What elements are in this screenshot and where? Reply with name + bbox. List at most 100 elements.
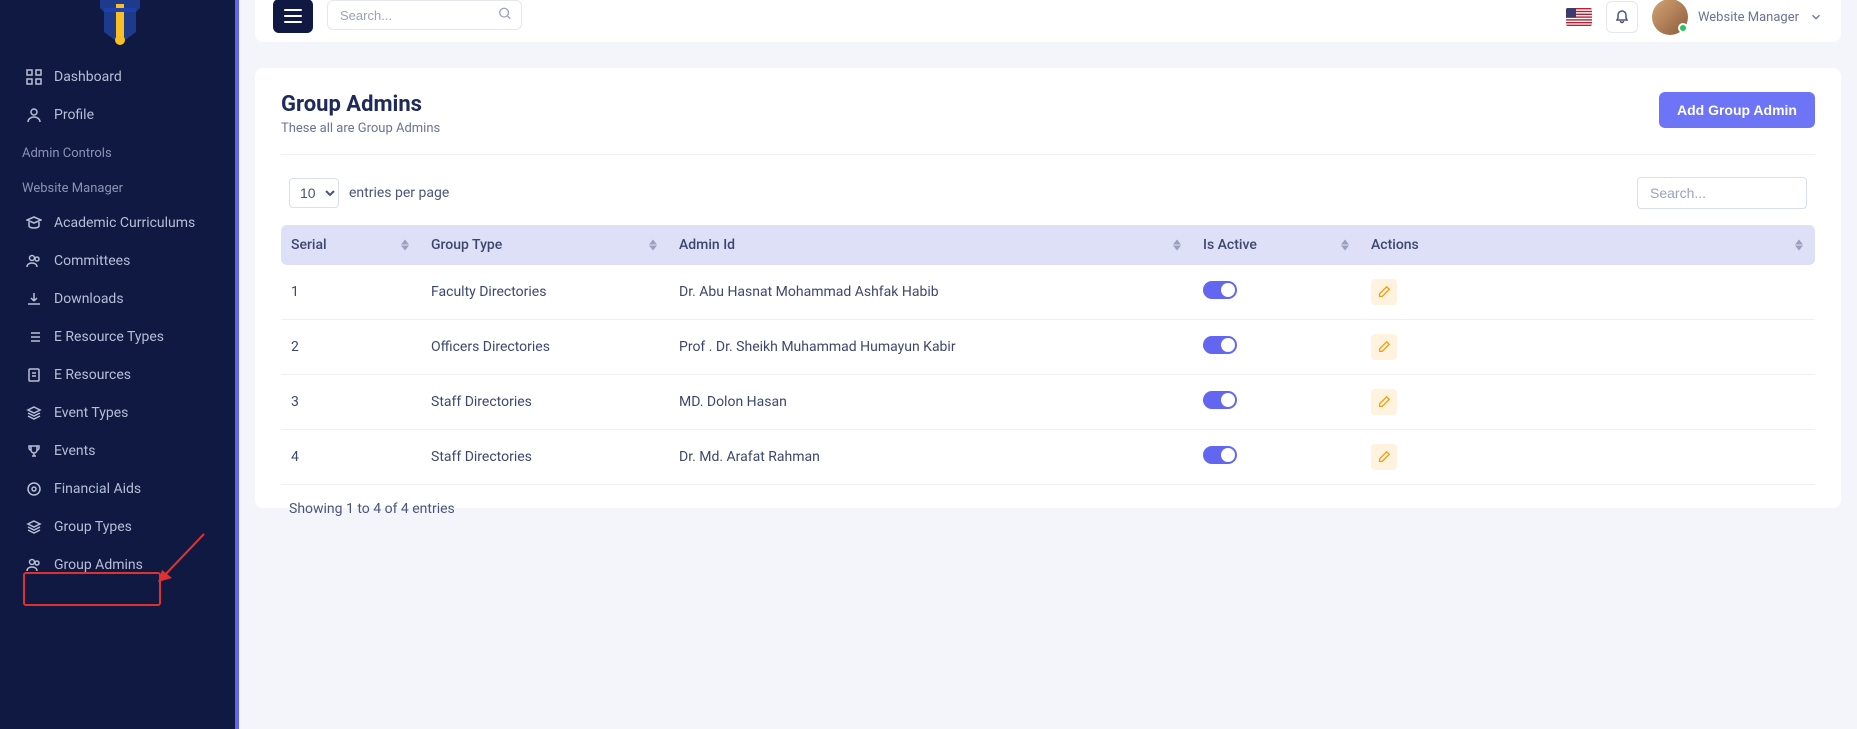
is-active-toggle[interactable] — [1203, 446, 1237, 464]
edit-button[interactable] — [1371, 444, 1397, 470]
search-icon — [498, 6, 512, 25]
sidebar-item-label: E Resource Types — [54, 329, 164, 345]
sidebar-item-group-admins[interactable]: Group Admins — [0, 546, 239, 584]
chevron-down-icon — [1809, 10, 1823, 24]
sidebar: Dashboard Profile Admin Controls Website… — [0, 0, 239, 729]
topbar: Website Manager — [255, 0, 1841, 42]
entries-label: entries per page — [349, 185, 449, 201]
sort-icon — [1173, 240, 1181, 251]
entries-per-page-select[interactable]: 10 — [289, 178, 339, 208]
add-group-admin-button[interactable]: Add Group Admin — [1659, 92, 1815, 128]
table-row: 4Staff DirectoriesDr. Md. Arafat Rahman — [281, 430, 1815, 485]
page-title: Group Admins — [281, 92, 440, 117]
edit-icon — [1377, 395, 1391, 409]
sort-icon — [401, 240, 409, 251]
is-active-toggle[interactable] — [1203, 281, 1237, 299]
target-icon — [26, 481, 42, 497]
column-header-admin-id[interactable]: Admin Id — [669, 225, 1193, 265]
sidebar-item-label: Academic Curriculums — [54, 215, 195, 231]
grid-icon — [26, 69, 42, 85]
sort-icon — [1795, 240, 1803, 251]
page-subtitle: These all are Group Admins — [281, 121, 440, 136]
cell-group-type: Officers Directories — [421, 320, 669, 375]
sidebar-item-label: E Resources — [54, 367, 131, 383]
sidebar-item-label: Dashboard — [54, 69, 122, 85]
stack-icon — [26, 519, 42, 535]
edit-icon — [1377, 450, 1391, 464]
table-row: 1Faculty DirectoriesDr. Abu Hasnat Moham… — [281, 265, 1815, 320]
sidebar-item-label: Group Admins — [54, 557, 143, 573]
edit-icon — [1377, 340, 1391, 354]
column-header-actions[interactable]: Actions — [1361, 225, 1815, 265]
cell-group-type: Staff Directories — [421, 375, 669, 430]
column-header-is-active[interactable]: Is Active — [1193, 225, 1361, 265]
is-active-toggle[interactable] — [1203, 336, 1237, 354]
cell-serial: 2 — [281, 320, 421, 375]
list-icon — [26, 329, 42, 345]
cell-admin-id: Prof . Dr. Sheikh Muhammad Humayun Kabir — [669, 320, 1193, 375]
trophy-icon — [26, 443, 42, 459]
avatar — [1652, 0, 1688, 35]
sidebar-item-label: Profile — [54, 107, 94, 123]
hamburger-button[interactable] — [273, 0, 313, 33]
sidebar-item-e-resources[interactable]: E Resources — [0, 356, 239, 394]
sidebar-item-event-types[interactable]: Event Types — [0, 394, 239, 432]
stack-icon — [26, 405, 42, 421]
sidebar-item-events[interactable]: Events — [0, 432, 239, 470]
user-icon — [26, 107, 42, 123]
content-card: Group Admins These all are Group Admins … — [255, 68, 1841, 508]
sidebar-section-admin: Admin Controls — [0, 134, 239, 169]
edit-button[interactable] — [1371, 389, 1397, 415]
cell-admin-id: Dr. Abu Hasnat Mohammad Ashfak Habib — [669, 265, 1193, 320]
sidebar-item-profile[interactable]: Profile — [0, 96, 239, 134]
user-role: Website Manager — [1698, 10, 1799, 25]
sort-icon — [649, 240, 657, 251]
sidebar-item-group-types[interactable]: Group Types — [0, 508, 239, 546]
sort-icon — [1341, 240, 1349, 251]
table-controls: 10 entries per page — [281, 155, 1815, 225]
cap-icon — [26, 215, 42, 231]
sidebar-item-downloads[interactable]: Downloads — [0, 280, 239, 318]
language-flag[interactable] — [1566, 8, 1592, 26]
sidebar-item-committees[interactable]: Committees — [0, 242, 239, 280]
search-wrap — [327, 0, 522, 30]
edit-button[interactable] — [1371, 279, 1397, 305]
table-row: 2Officers DirectoriesProf . Dr. Sheikh M… — [281, 320, 1815, 375]
is-active-toggle[interactable] — [1203, 391, 1237, 409]
cell-serial: 4 — [281, 430, 421, 485]
search-input[interactable] — [327, 0, 522, 30]
cell-admin-id: Dr. Md. Arafat Rahman — [669, 430, 1193, 485]
table-footer: Showing 1 to 4 of 4 entries — [281, 485, 1815, 517]
notifications-button[interactable] — [1606, 1, 1638, 33]
sidebar-item-label: Downloads — [54, 291, 124, 307]
users-icon — [26, 557, 42, 573]
edit-button[interactable] — [1371, 334, 1397, 360]
sidebar-item-academic-curriculums[interactable]: Academic Curriculums — [0, 204, 239, 242]
sidebar-item-dashboard[interactable]: Dashboard — [0, 58, 239, 96]
cell-admin-id: MD. Dolon Hasan — [669, 375, 1193, 430]
sidebar-item-label: Financial Aids — [54, 481, 141, 497]
column-header-group-type[interactable]: Group Type — [421, 225, 669, 265]
card-header: Group Admins These all are Group Admins … — [281, 92, 1815, 155]
cell-group-type: Faculty Directories — [421, 265, 669, 320]
sidebar-item-label: Events — [54, 443, 95, 459]
cell-serial: 1 — [281, 265, 421, 320]
users-icon — [26, 253, 42, 269]
logo — [0, 0, 239, 58]
file-icon — [26, 367, 42, 383]
cell-serial: 3 — [281, 375, 421, 430]
table-row: 3Staff DirectoriesMD. Dolon Hasan — [281, 375, 1815, 430]
cell-group-type: Staff Directories — [421, 430, 669, 485]
data-table: Serial Group Type Admin Id Is Active Act… — [281, 225, 1815, 485]
sidebar-item-e-resource-types[interactable]: E Resource Types — [0, 318, 239, 356]
table-search-input[interactable] — [1637, 177, 1807, 209]
bell-icon — [1614, 9, 1630, 25]
sidebar-item-label: Event Types — [54, 405, 128, 421]
column-header-serial[interactable]: Serial — [281, 225, 421, 265]
edit-icon — [1377, 285, 1391, 299]
online-status-dot — [1678, 23, 1688, 33]
sidebar-item-financial-aids[interactable]: Financial Aids — [0, 470, 239, 508]
sidebar-item-label: Committees — [54, 253, 130, 269]
user-menu[interactable]: Website Manager — [1652, 0, 1823, 35]
sidebar-section-website: Website Manager — [0, 169, 239, 204]
